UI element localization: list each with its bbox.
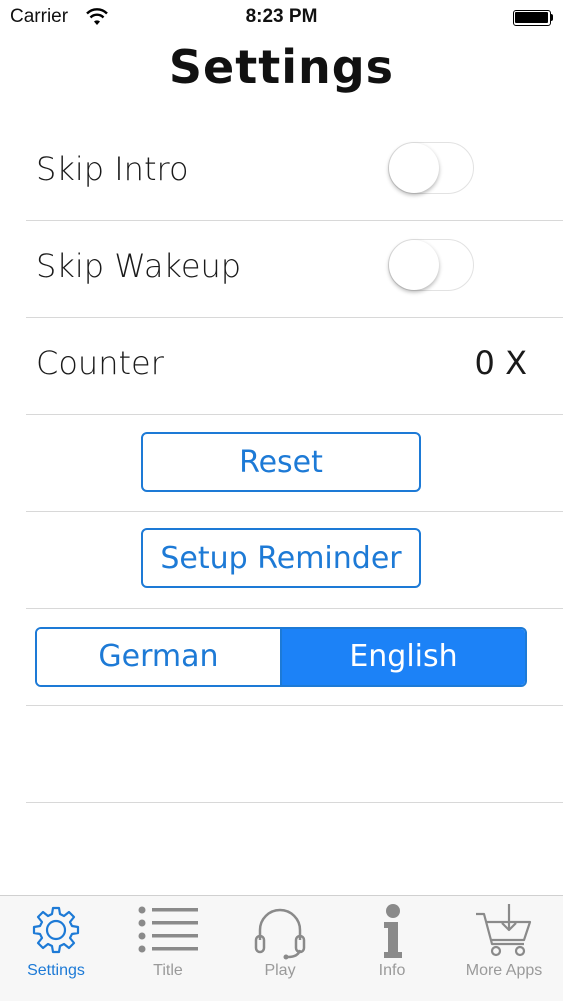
tab-settings-label: Settings <box>27 962 85 979</box>
toggle-knob <box>389 240 439 290</box>
counter-value: 0 X <box>474 344 527 382</box>
skip-intro-label: Skip Intro <box>36 150 189 188</box>
tab-info[interactable]: Info <box>336 896 448 1001</box>
reset-row: Reset <box>26 415 563 512</box>
gear-icon <box>32 906 80 954</box>
battery-icon <box>513 10 553 26</box>
list-icon <box>138 906 198 953</box>
clock: 8:23 PM <box>245 6 318 27</box>
setup-reminder-row: Setup Reminder <box>26 512 563 609</box>
toggle-knob <box>389 143 439 193</box>
skip-wakeup-label: Skip Wakeup <box>36 247 242 285</box>
reset-button[interactable]: Reset <box>141 432 421 492</box>
tab-title[interactable]: Title <box>112 896 224 1001</box>
skip-wakeup-toggle[interactable] <box>388 239 474 291</box>
counter-row: Counter 0 X <box>26 318 563 415</box>
tab-title-label: Title <box>153 962 183 979</box>
cart-icon <box>476 904 532 957</box>
status-bar: Carrier 8:23 PM <box>0 0 563 36</box>
tab-more-apps[interactable]: More Apps <box>448 896 560 1001</box>
skip-intro-toggle[interactable] <box>388 142 474 194</box>
skip-wakeup-row: Skip Wakeup <box>26 221 563 318</box>
segment-english[interactable]: English <box>282 629 525 685</box>
language-segmented-control: German English <box>35 627 527 687</box>
setup-reminder-button[interactable]: Setup Reminder <box>141 528 421 588</box>
skip-intro-row: Skip Intro <box>26 124 563 221</box>
language-row: German English <box>26 609 563 706</box>
tab-info-label: Info <box>378 962 406 979</box>
headphones-icon <box>254 908 306 960</box>
segment-german[interactable]: German <box>37 629 282 685</box>
info-icon <box>384 904 402 958</box>
page-title: Settings <box>168 40 395 94</box>
tab-play-label: Play <box>264 962 296 979</box>
empty-row <box>26 706 563 803</box>
tab-bar: Settings Title Play Info More Apps <box>0 895 563 1001</box>
tab-more-apps-label: More Apps <box>465 962 543 979</box>
tab-play[interactable]: Play <box>224 896 336 1001</box>
counter-label: Counter <box>36 344 164 382</box>
tab-settings[interactable]: Settings <box>0 896 112 1001</box>
